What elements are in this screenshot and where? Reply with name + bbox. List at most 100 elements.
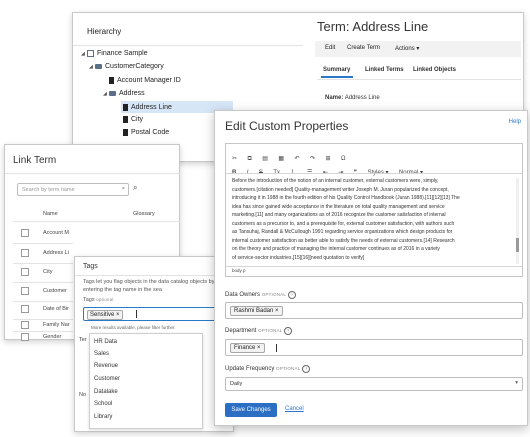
create-term-button[interactable]: Create Term [341,42,386,54]
rich-text-editor[interactable]: ✂ ⧉ ▤ ▦ ↶ ↷ ⊞ Ω B I S Tx ⒈ ☰ ⇤ ⇥ ❞ Style… [225,143,523,277]
tag-option[interactable]: Sales [94,351,109,357]
numbered-list-icon[interactable]: ⒈ [291,167,297,176]
dialog-title: Edit Custom Properties [225,119,349,133]
remove-icon[interactable]: × [116,312,120,318]
editor-line: of service-sector industries.[15][16][ne… [232,254,365,261]
tree-category[interactable]: ◢ CustomerCategory [89,63,164,70]
text-cursor [276,344,277,352]
more-results-note: More results available, please filter fu… [91,325,176,330]
editor-line: on the theory and practice of managing t… [232,246,440,252]
editor-line: marketing.[11] and many organizations as… [232,212,446,218]
clear-icon[interactable]: × [122,186,125,192]
info-icon[interactable]: ? [284,327,293,335]
info-icon[interactable]: ? [287,291,296,299]
tree-node-postal-code[interactable]: Postal Code [123,129,169,136]
tree-node-city[interactable]: City [123,116,143,123]
table-row[interactable]: Gender [43,334,61,340]
row-checkbox[interactable] [21,321,29,329]
edit-custom-properties-dialog: Edit Custom Properties Help ✂ ⧉ ▤ ▦ ↶ ↷ … [214,110,528,426]
edit-button[interactable]: Edit [319,42,341,54]
tab-linked-objects[interactable]: Linked Objects [413,67,456,73]
tree-node-label: City [131,116,144,123]
cancel-button[interactable]: Cancel [285,406,304,412]
update-frequency-label: Update Frequency OPTIONAL ? [225,365,311,373]
tag-option[interactable]: Revenue [94,363,118,369]
tag-option[interactable]: HR Data [94,339,117,345]
row-checkbox[interactable] [21,287,29,295]
tree-root[interactable]: ◢ Finance Sample [81,50,148,57]
tags-input[interactable]: Sensitive × [83,307,233,321]
row-checkbox[interactable] [21,268,29,276]
editor-line: introducing it in 1988 in the fourth edi… [232,195,460,201]
glossary-icon [87,50,94,57]
link-term-title: Link Term [13,155,57,166]
tags-dropdown: HR Data Sales Revenue Customer Datalake … [89,333,203,429]
department-chip[interactable]: Finance × [230,343,265,353]
actions-button[interactable]: Actions ▾ [389,42,425,55]
tab-linked-terms[interactable]: Linked Terms [365,67,404,73]
term-icon [123,103,128,111]
tree-node-address[interactable]: ◢ Address [103,90,145,97]
owner-chip[interactable]: Rashmi Badan × [230,306,283,316]
department-chip-label: Finance [234,345,256,351]
search-icon[interactable]: ⌕ [133,183,137,193]
tag-chip[interactable]: Sensitive × [87,310,123,320]
tree-node-label: Account Manager ID [117,77,181,84]
row-checkbox[interactable] [21,229,29,237]
optional-hint: optional [96,297,114,302]
save-changes-button[interactable]: Save Changes [225,403,277,417]
tag-option[interactable]: Datalake [94,389,118,395]
table-row[interactable]: Customer [43,288,67,294]
folder-icon [95,64,102,69]
editor-scrollbar[interactable] [516,178,519,264]
row-checkbox[interactable] [21,249,29,257]
name-value: Address Line [344,95,380,101]
tag-option[interactable]: Library [94,414,112,420]
info-icon[interactable]: ? [302,365,311,373]
tree-node-account-manager[interactable]: Account Manager ID [109,77,181,84]
term-icon [123,116,128,123]
hierarchy-title: Hierarchy [87,27,122,36]
scrollbar-thumb[interactable] [516,238,519,252]
tag-option[interactable]: Customer [94,376,120,382]
table-row[interactable]: Address Li [43,250,69,256]
col-name: Name [43,211,58,217]
update-frequency-value: Daily [230,381,243,387]
tag-option[interactable]: School [94,401,112,407]
remove-icon[interactable]: × [257,345,261,351]
tab-summary[interactable]: Summary [323,67,350,73]
tags-panel: Tags Tags let you flag objects in the da… [74,256,235,432]
tags-label: Tags optional [83,297,114,303]
editor-line: idea has since gained wide acceptance in… [232,203,445,210]
editor-content[interactable]: Before the introduction of the notion of… [232,177,508,262]
editor-line: internal customer satisfaction as better… [232,237,455,244]
row-checkbox[interactable] [21,333,29,341]
term-search-input[interactable]: Search by term name × [17,183,129,196]
data-owners-input[interactable]: Rashmi Badan × [225,302,523,319]
table-row[interactable]: Family Nar [43,322,70,328]
table-row[interactable]: City [43,269,52,275]
table-row[interactable]: Account M [43,230,69,236]
editor-toolbar-row-1: ✂ ⧉ ▤ ▦ ↶ ↷ ⊞ Ω [232,147,351,162]
term-icon [109,77,114,84]
editor-line: customers as a precursor to, and a prere… [232,220,455,227]
remove-icon[interactable]: × [275,308,279,314]
tags-title: Tags [83,263,98,270]
chevron-down-icon: ▾ [416,46,420,52]
data-owners-label-text: Data Owners [225,292,261,298]
tree-node-label: Address [119,90,145,97]
help-link[interactable]: Help [509,119,521,125]
row-checkbox[interactable] [21,305,29,313]
chevron-down-icon: ▾ [515,380,518,386]
tag-chip-label: Sensitive [90,312,115,318]
editor-line: customers.[citation needed] Quality-mana… [232,186,449,193]
data-owners-label: Data Owners OPTIONAL ? [225,291,296,299]
tags-label-text: Tags [83,297,95,303]
table-row[interactable]: Date of Bir [43,306,69,312]
name-field: Name: Address Line [325,95,380,101]
col-glossary: Glossary [133,211,155,217]
update-frequency-select[interactable]: Daily ▾ [225,377,523,391]
department-input[interactable]: Finance × [225,339,523,356]
update-frequency-label-text: Update Frequency [225,366,275,372]
element-path: body p [232,268,246,273]
